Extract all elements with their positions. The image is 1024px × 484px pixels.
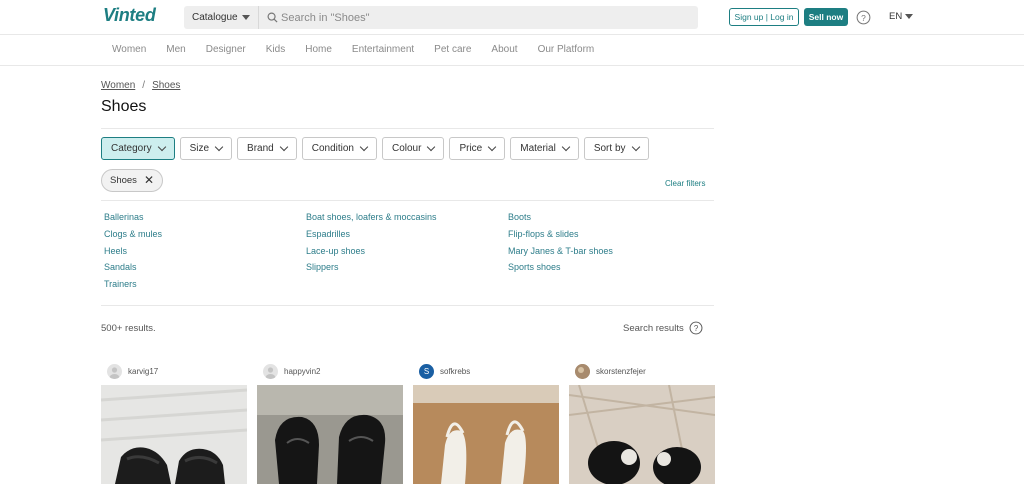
caret-down-icon bbox=[241, 14, 250, 20]
subcategory-link[interactable]: Sandals bbox=[104, 262, 137, 272]
user-avatar: S bbox=[419, 364, 434, 379]
help-icon[interactable]: ? bbox=[856, 10, 871, 25]
filter-colour[interactable]: Colour bbox=[381, 137, 445, 160]
breadcrumb: Women / Shoes bbox=[101, 80, 180, 91]
divider bbox=[101, 305, 714, 306]
subcategory-link[interactable]: Flip-flops & slides bbox=[508, 229, 579, 239]
search-icon bbox=[267, 12, 278, 23]
caret-down-icon bbox=[905, 13, 914, 19]
filter-condition[interactable]: Condition bbox=[301, 137, 377, 160]
breadcrumb-women[interactable]: Women bbox=[101, 80, 135, 91]
product-photo[interactable] bbox=[257, 385, 403, 484]
subcategory-link[interactable]: Espadrilles bbox=[306, 229, 350, 239]
nav-item-men[interactable]: Men bbox=[166, 44, 185, 55]
filter-price[interactable]: Price bbox=[449, 137, 506, 160]
seller-username: karvig17 bbox=[128, 367, 159, 376]
divider bbox=[101, 128, 714, 129]
subcategory-link[interactable]: Trainers bbox=[104, 279, 137, 289]
nav-item-about[interactable]: About bbox=[491, 44, 517, 55]
subcategory-link[interactable]: Boat shoes, loafers & moccasins bbox=[306, 212, 437, 222]
breadcrumb-shoes[interactable]: Shoes bbox=[152, 80, 180, 91]
seller-username: sofkrebs bbox=[440, 367, 471, 376]
category-nav: Women Men Designer Kids Home Entertainme… bbox=[0, 35, 1024, 66]
help-icon[interactable]: ? bbox=[689, 321, 703, 335]
language-selector[interactable]: EN bbox=[889, 11, 914, 22]
seller-info[interactable]: karvig17 bbox=[107, 364, 158, 379]
subcategory-link[interactable]: Clogs & mules bbox=[104, 229, 162, 239]
chip-label: Shoes bbox=[110, 175, 137, 186]
search-input[interactable] bbox=[281, 6, 681, 29]
seller-info[interactable]: S sofkrebs bbox=[419, 364, 470, 379]
chevron-down-icon bbox=[631, 142, 640, 152]
product-photo[interactable] bbox=[101, 385, 247, 484]
filter-bar: Category Size Brand Condition Colour Pri… bbox=[101, 137, 654, 160]
clear-filters-link[interactable]: Clear filters bbox=[665, 179, 705, 188]
catalogue-dropdown[interactable]: Catalogue bbox=[184, 6, 259, 29]
filter-size[interactable]: Size bbox=[179, 137, 233, 160]
filter-material[interactable]: Material bbox=[510, 137, 579, 160]
product-photo[interactable] bbox=[569, 385, 715, 484]
chevron-down-icon bbox=[157, 142, 166, 152]
subcategory-link[interactable]: Boots bbox=[508, 212, 531, 222]
default-avatar-icon bbox=[107, 364, 122, 379]
close-icon[interactable]: ✕ bbox=[144, 170, 154, 191]
nav-item-our-platform[interactable]: Our Platform bbox=[538, 44, 595, 55]
filter-label: Price bbox=[459, 143, 483, 154]
chevron-down-icon bbox=[359, 142, 369, 152]
subcategory-link[interactable]: Ballerinas bbox=[104, 212, 144, 222]
catalogue-label: Catalogue bbox=[192, 12, 238, 23]
chevron-down-icon bbox=[561, 142, 571, 152]
filter-label: Material bbox=[520, 143, 556, 154]
filter-brand[interactable]: Brand bbox=[237, 137, 297, 160]
sell-now-button[interactable]: Sell now bbox=[804, 8, 848, 26]
filter-category[interactable]: Category bbox=[101, 137, 175, 160]
filter-label: Category bbox=[111, 143, 152, 154]
filter-label: Condition bbox=[311, 143, 354, 154]
subcategory-link[interactable]: Lace-up shoes bbox=[306, 246, 365, 256]
filter-sort-by[interactable]: Sort by bbox=[583, 137, 649, 160]
subcategory-link[interactable]: Sports shoes bbox=[508, 262, 561, 272]
signup-login-button[interactable]: Sign up | Log in bbox=[729, 8, 799, 26]
search-bar: Catalogue bbox=[184, 6, 698, 29]
vinted-logo[interactable]: Vinted bbox=[103, 5, 156, 26]
divider bbox=[101, 200, 714, 201]
seller-username: skorstenzfejer bbox=[596, 367, 646, 376]
nav-item-kids[interactable]: Kids bbox=[266, 44, 285, 55]
chevron-down-icon bbox=[427, 142, 436, 152]
default-avatar-icon bbox=[263, 364, 278, 379]
filter-label: Brand bbox=[247, 143, 274, 154]
nav-item-entertainment[interactable]: Entertainment bbox=[352, 44, 414, 55]
user-avatar-photo bbox=[575, 364, 590, 379]
seller-username: happyvin2 bbox=[284, 367, 321, 376]
search-results-label: Search results bbox=[623, 323, 684, 334]
seller-info[interactable]: happyvin2 bbox=[263, 364, 320, 379]
top-header: Vinted Catalogue Sign up | Log in Sell n… bbox=[0, 0, 1024, 35]
chevron-down-icon bbox=[488, 142, 497, 152]
subcategory-link[interactable]: Heels bbox=[104, 246, 127, 256]
filter-label: Colour bbox=[391, 143, 422, 154]
chevron-down-icon bbox=[279, 142, 288, 152]
breadcrumb-separator: / bbox=[142, 80, 146, 91]
nav-item-designer[interactable]: Designer bbox=[206, 44, 246, 55]
nav-item-women[interactable]: Women bbox=[112, 44, 146, 55]
nav-item-home[interactable]: Home bbox=[305, 44, 332, 55]
svg-text:?: ? bbox=[861, 13, 866, 23]
nav-item-pet-care[interactable]: Pet care bbox=[434, 44, 471, 55]
results-count: 500+ results. bbox=[101, 323, 156, 334]
svg-text:?: ? bbox=[694, 324, 699, 333]
language-label: EN bbox=[889, 11, 903, 22]
page-title: Shoes bbox=[101, 98, 147, 115]
product-photo[interactable] bbox=[413, 385, 559, 484]
active-filter-chip[interactable]: Shoes ✕ bbox=[101, 169, 163, 192]
filter-label: Size bbox=[189, 143, 210, 154]
chevron-down-icon bbox=[214, 142, 224, 152]
filter-label: Sort by bbox=[593, 143, 626, 154]
subcategory-link[interactable]: Slippers bbox=[306, 262, 339, 272]
seller-info[interactable]: skorstenzfejer bbox=[575, 364, 646, 379]
subcategory-link[interactable]: Mary Janes & T-bar shoes bbox=[508, 246, 613, 256]
